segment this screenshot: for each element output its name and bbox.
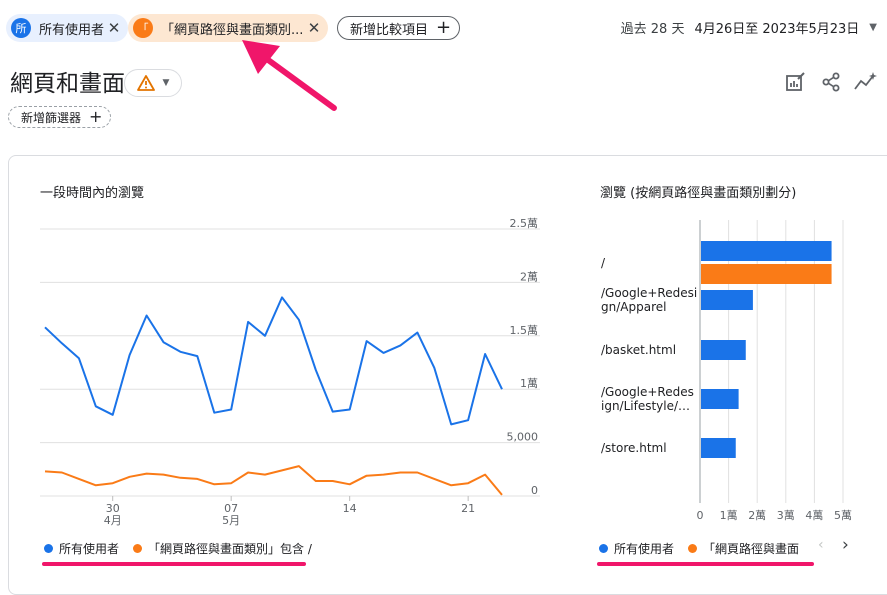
bar: [701, 290, 753, 310]
legend-swatch: [599, 544, 608, 553]
category-label: /Google+Redesi: [601, 286, 697, 300]
bar: [701, 438, 736, 458]
legend-label: 所有使用者: [614, 542, 675, 556]
x-tick-label: 5萬: [834, 509, 852, 522]
legend-swatch: [133, 544, 143, 553]
annotation-underline: [597, 562, 814, 566]
x-tick-label: 0: [697, 509, 704, 522]
x-tick-label: 3萬: [777, 509, 795, 522]
legend-swatch: [688, 544, 698, 553]
legend-label: 「網頁路徑與畫面: [703, 542, 800, 556]
category-label: gn/Apparel: [601, 300, 666, 314]
annotation-underline: [42, 562, 306, 566]
category-label: /basket.html: [601, 343, 676, 357]
category-label: ign/Lifestyle/…: [601, 399, 690, 413]
x-tick-label: 4萬: [805, 509, 823, 522]
category-label: /store.html: [601, 441, 667, 455]
category-label: /: [601, 256, 606, 270]
bar: [701, 241, 832, 261]
bar-chart-legend: 所有使用者 「網頁路徑與畫面: [599, 540, 803, 557]
legend-swatch: [44, 544, 53, 553]
x-tick-label: 2萬: [748, 509, 766, 522]
bar: [701, 340, 746, 360]
legend-label: 「網頁路徑與畫面類別」包含 /: [148, 542, 312, 556]
legend-label: 所有使用者: [59, 542, 120, 556]
category-label: /Google+Redes: [601, 385, 694, 399]
line-chart-legend: 所有使用者 「網頁路徑與畫面類別」包含 /: [44, 540, 312, 557]
bar-chart: 0 1萬 2萬 3萬 4萬 5萬 / /Google+Redesign/Apparel/bas…: [601, 220, 852, 522]
bar: [701, 389, 739, 409]
bar: [701, 264, 832, 284]
chevron-right-icon[interactable]: ›: [842, 535, 849, 555]
x-tick-label: 1萬: [720, 509, 738, 522]
chevron-left-icon[interactable]: ‹: [818, 537, 824, 553]
